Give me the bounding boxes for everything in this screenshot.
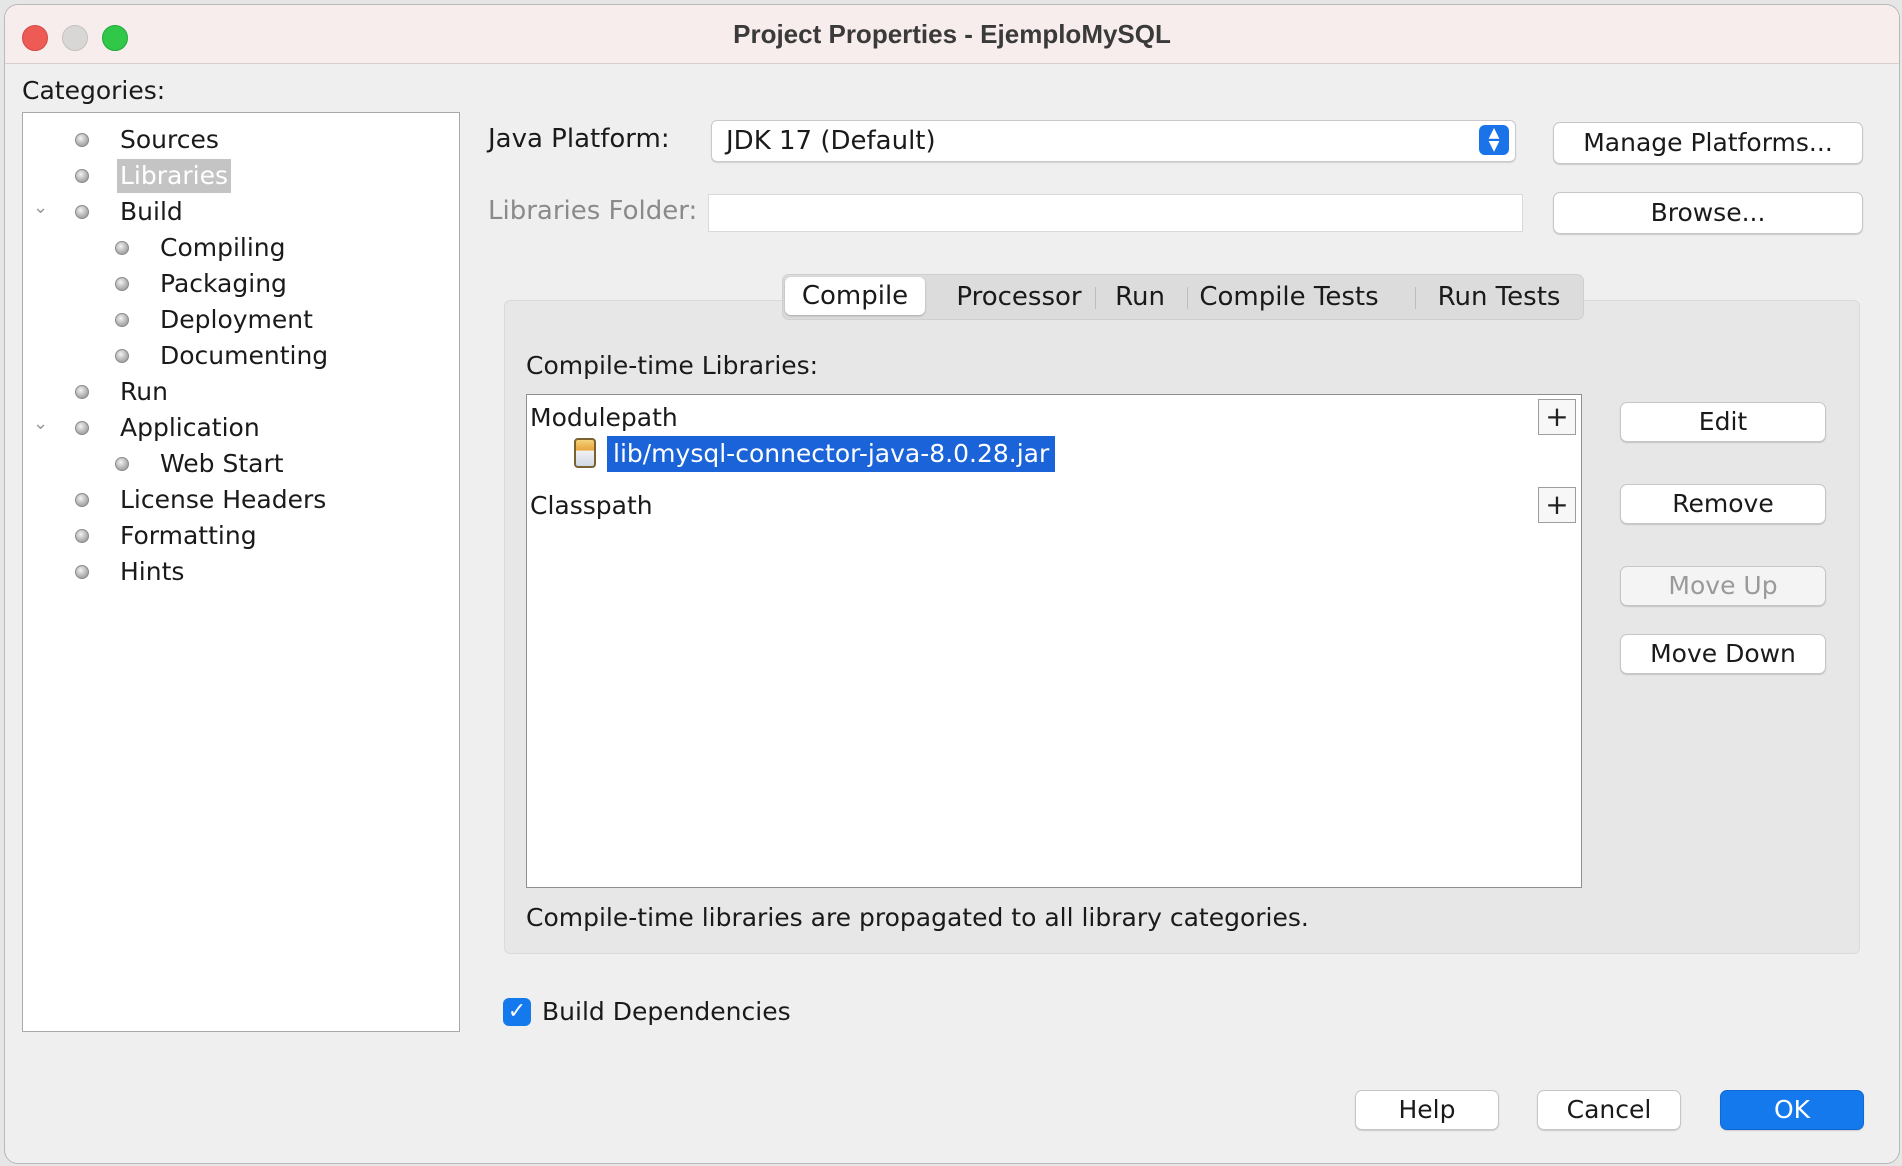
tree-item-label: Run — [120, 377, 168, 406]
help-button[interactable]: Help — [1355, 1090, 1499, 1130]
library-tabs: Compile Processor Run Compile Tests Run … — [782, 274, 1584, 320]
classpath-label: Classpath — [530, 491, 653, 520]
jar-icon — [574, 438, 596, 468]
remove-button[interactable]: Remove — [1620, 484, 1826, 524]
browse-button[interactable]: Browse... — [1553, 192, 1863, 234]
window-title: Project Properties - EjemploMySQL — [733, 19, 1171, 49]
tab-run[interactable]: Run — [1097, 275, 1183, 319]
tree-item-label: Compiling — [160, 233, 286, 262]
build-dependencies-label: Build Dependencies — [542, 997, 791, 1026]
cancel-button[interactable]: Cancel — [1537, 1090, 1681, 1130]
tab-separator — [1095, 287, 1096, 309]
tree-item-label: Hints — [120, 557, 185, 586]
tree-item-label: License Headers — [120, 485, 327, 514]
tree-item-label: Libraries — [117, 159, 231, 193]
build-dependencies-checkbox[interactable]: ✓ — [503, 998, 531, 1026]
tree-node-icon — [75, 133, 89, 147]
tab-processor[interactable]: Processor — [933, 275, 1105, 319]
modulepath-label: Modulepath — [530, 403, 678, 432]
title-bar: Project Properties - EjemploMySQL — [5, 5, 1899, 64]
java-platform-label: Java Platform: — [488, 124, 670, 154]
tree-node-icon — [115, 313, 129, 327]
tree-node-icon — [75, 205, 89, 219]
tree-node-icon — [75, 493, 89, 507]
tree-item-label: Application — [120, 413, 260, 442]
tab-compile[interactable]: Compile — [785, 277, 925, 315]
tree-node-icon — [75, 169, 89, 183]
java-platform-select[interactable]: JDK 17 (Default) ▲ ▼ — [711, 120, 1516, 162]
tab-run-tests[interactable]: Run Tests — [1419, 275, 1579, 319]
java-platform-value: JDK 17 (Default) — [726, 126, 936, 156]
tree-node-icon — [75, 529, 89, 543]
tree-item-label: Packaging — [160, 269, 287, 298]
tree-node-icon — [75, 385, 89, 399]
move-up-button[interactable]: Move Up — [1620, 566, 1826, 606]
libraries-folder-label: Libraries Folder: — [488, 196, 698, 226]
library-item-mysql-connector[interactable]: lib/mysql-connector-java-8.0.28.jar — [607, 436, 1056, 472]
ok-button[interactable]: OK — [1720, 1090, 1864, 1130]
chevron-down-icon[interactable]: ⌄ — [33, 197, 48, 218]
add-modulepath-button[interactable]: + — [1538, 399, 1576, 435]
categories-label: Categories: — [22, 76, 166, 105]
move-down-button[interactable]: Move Down — [1620, 634, 1826, 674]
tree-node-icon — [115, 457, 129, 471]
tree-node-icon — [115, 349, 129, 363]
compile-time-libraries-label: Compile-time Libraries: — [526, 351, 819, 380]
chevron-down-icon[interactable]: ⌄ — [33, 413, 48, 434]
libraries-folder-field[interactable] — [708, 194, 1523, 232]
add-classpath-button[interactable]: + — [1538, 487, 1576, 523]
tree-item-label: Web Start — [160, 449, 284, 478]
tree-item-label: Deployment — [160, 305, 313, 334]
tree-node-icon — [115, 241, 129, 255]
edit-button[interactable]: Edit — [1620, 402, 1826, 442]
tree-item-label: Documenting — [160, 341, 329, 370]
categories-tree[interactable]: Sources Libraries ⌄ Build Compiling Pack… — [22, 112, 460, 1032]
updown-arrows-icon: ▲ ▼ — [1479, 125, 1509, 155]
tree-node-icon — [75, 565, 89, 579]
tab-separator — [1415, 287, 1416, 309]
tree-node-icon — [115, 277, 129, 291]
tree-node-icon — [75, 421, 89, 435]
tree-item-label: Sources — [120, 125, 219, 154]
tree-item-label: Build — [120, 197, 183, 226]
tab-separator — [1187, 287, 1188, 309]
tab-compile-tests[interactable]: Compile Tests — [1189, 275, 1389, 319]
tree-item-label: Formatting — [120, 521, 257, 550]
manage-platforms-button[interactable]: Manage Platforms... — [1553, 122, 1863, 164]
propagation-note: Compile-time libraries are propagated to… — [526, 903, 1309, 932]
